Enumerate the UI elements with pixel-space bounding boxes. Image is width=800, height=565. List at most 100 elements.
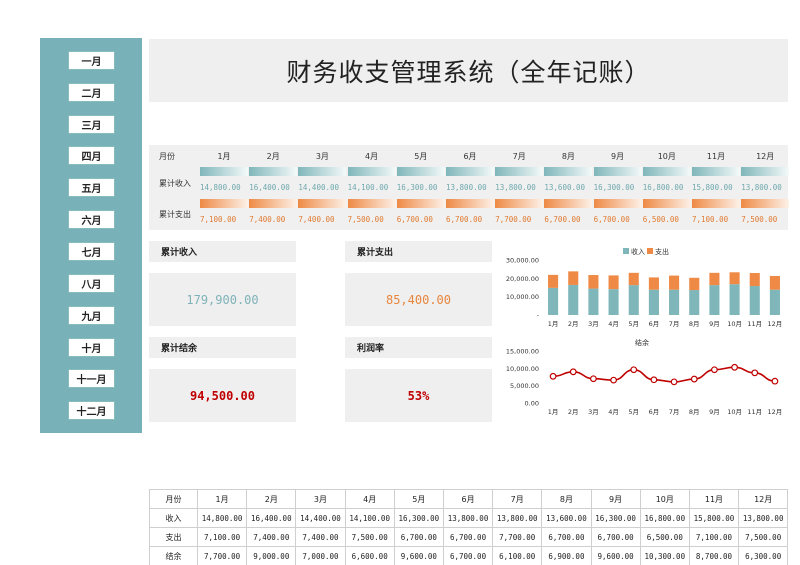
- strip-month-header: 1月: [217, 152, 231, 161]
- month-button-11[interactable]: 十一月: [68, 369, 115, 388]
- month-button-4[interactable]: 四月: [68, 146, 115, 165]
- table-cell: 6,500.00: [639, 527, 690, 547]
- strip-month-header: 6月: [463, 152, 477, 161]
- bar-chart-y-tick: 30,000.00: [506, 257, 539, 265]
- line-chart-x-tick: 6月: [649, 408, 660, 416]
- table-cell: 16,800.00: [639, 508, 690, 528]
- balance-line-chart: 结余 0.00 5,000.00 10,000.00 15,000.00 1月 2月 3月 4月…: [506, 338, 782, 416]
- table-row-label: 收入: [149, 508, 198, 528]
- balance-point: [670, 378, 678, 386]
- strip-income-gradient: [347, 167, 396, 176]
- strip-income-gradient: [642, 167, 691, 176]
- strip-expense-label: 累计支出: [159, 210, 191, 219]
- legend-income-label: 收入: [631, 247, 645, 256]
- bar-expense: [669, 275, 680, 290]
- table-cell: 16,400.00: [246, 508, 297, 528]
- month-button-1[interactable]: 一月: [68, 51, 115, 70]
- kpi-income-value: 179,900.00: [186, 292, 259, 307]
- line-chart-x-tick: 1月: [548, 408, 559, 416]
- income-expense-bar-chart: 收入 支出 - 10,000.00 20,000.00 30,000.00 1月 2月 3月 4月…: [506, 247, 783, 328]
- kpi-income-header: 累计收入: [149, 241, 296, 262]
- strip-income-value: 16,300.00: [396, 183, 438, 192]
- line-chart-title: 结余: [635, 338, 649, 347]
- bar-expense: [729, 272, 740, 285]
- bar-chart-y-tick: -: [537, 312, 540, 320]
- strip-income-gradient: [396, 167, 445, 176]
- strip-income-value: 16,800.00: [642, 183, 684, 192]
- strip-income-gradient: [544, 167, 593, 176]
- bar-chart-x-tick: 12月: [768, 320, 783, 328]
- balance-point: [650, 376, 658, 384]
- strip-expense-gradient: [692, 199, 740, 208]
- balance-line: [553, 366, 775, 383]
- table-cell: 9,600.00: [590, 546, 641, 565]
- table-cell: 7,700.00: [196, 546, 248, 565]
- month-button-6[interactable]: 六月: [68, 210, 115, 229]
- bar-chart-x-tick: 9月: [709, 320, 720, 328]
- bar-income: [729, 284, 740, 315]
- table-header-cell: 8月: [541, 489, 592, 509]
- month-button-8[interactable]: 八月: [68, 274, 115, 293]
- line-chart-x-tick: 5月: [628, 408, 639, 416]
- table-cell: 9,600.00: [393, 546, 444, 565]
- table-cell: 16,300.00: [393, 508, 444, 528]
- bar-income: [648, 289, 659, 315]
- balance-point: [590, 375, 597, 383]
- table-row: 支出 7,100.00 7,400.00 7,400.00 7,500.00 6,700.…: [149, 527, 789, 547]
- month-button-12[interactable]: 十二月: [68, 401, 115, 420]
- bar-expense: [608, 275, 619, 290]
- kpi-expense-box: 85,400.00: [345, 273, 492, 326]
- table-cell: 7,700.00: [492, 527, 543, 547]
- line-chart-y-tick: 5,000.00: [510, 382, 539, 390]
- kpi-margin-label: 利润率: [357, 344, 385, 354]
- bar-expense: [769, 275, 780, 290]
- kpi-expense-header: 累计支出: [345, 241, 492, 262]
- table-cell: 13,800.00: [738, 508, 789, 528]
- bar-chart-x-tick: 7月: [669, 320, 680, 328]
- strip-expense-value: 7,400.00: [298, 215, 335, 224]
- month-button-9[interactable]: 九月: [68, 306, 115, 325]
- bar-chart-x-tick: 6月: [649, 320, 660, 328]
- strip-income-gradient: [692, 167, 740, 176]
- balance-point: [771, 377, 779, 385]
- monthly-data-table: 月份 1月 2月 3月 4月 5月 6月 7月 8月 9月 10月 11月 12月 收入 14,800.00…: [149, 489, 789, 565]
- table-cell: 6,700.00: [442, 546, 494, 565]
- table-cell: 6,300.00: [738, 546, 789, 565]
- balance-point: [569, 368, 577, 376]
- table-cell: 7,100.00: [688, 527, 740, 547]
- bar-chart-x-tick: 11月: [747, 320, 762, 328]
- bar-expense: [709, 272, 720, 286]
- table-cell: 7,400.00: [295, 527, 346, 547]
- line-chart-x-tick: 9月: [709, 408, 720, 416]
- strip-income-value: 13,800.00: [741, 183, 782, 192]
- month-button-10[interactable]: 十月: [68, 338, 115, 357]
- table-cell: 9,000.00: [246, 546, 297, 565]
- month-button-2[interactable]: 二月: [68, 83, 115, 102]
- table-cell: 13,800.00: [442, 508, 494, 528]
- month-button-5[interactable]: 五月: [68, 178, 115, 197]
- strip-income-gradient: [446, 167, 494, 176]
- bar-income: [628, 285, 639, 315]
- table-cell: 10,300.00: [639, 546, 690, 565]
- kpi-expense-value: 85,400.00: [385, 292, 452, 307]
- bar-income: [588, 288, 599, 315]
- table-cell: 14,100.00: [344, 508, 395, 528]
- strip-expense-value: 6,700.00: [544, 215, 581, 224]
- table-cell: 6,100.00: [492, 546, 543, 565]
- table-cell: 6,900.00: [541, 546, 592, 565]
- strip-expense-gradient: [593, 199, 642, 208]
- legend-income-swatch: [623, 248, 629, 254]
- table-cell: 8,700.00: [688, 546, 740, 565]
- legend-expense-label: 支出: [655, 247, 669, 256]
- table-cell: 7,400.00: [246, 527, 297, 547]
- strip-month-header: 3月: [315, 152, 329, 161]
- strip-income-gradient: [495, 167, 544, 176]
- month-button-7[interactable]: 七月: [68, 242, 115, 261]
- strip-expense-value: 6,700.00: [593, 215, 630, 224]
- balance-point: [549, 372, 557, 380]
- strip-expense-gradient: [495, 199, 544, 208]
- month-button-3[interactable]: 三月: [68, 115, 115, 134]
- strip-expense-value: 6,700.00: [446, 215, 483, 224]
- table-cell: 7,100.00: [196, 527, 248, 547]
- bar-expense: [628, 272, 639, 286]
